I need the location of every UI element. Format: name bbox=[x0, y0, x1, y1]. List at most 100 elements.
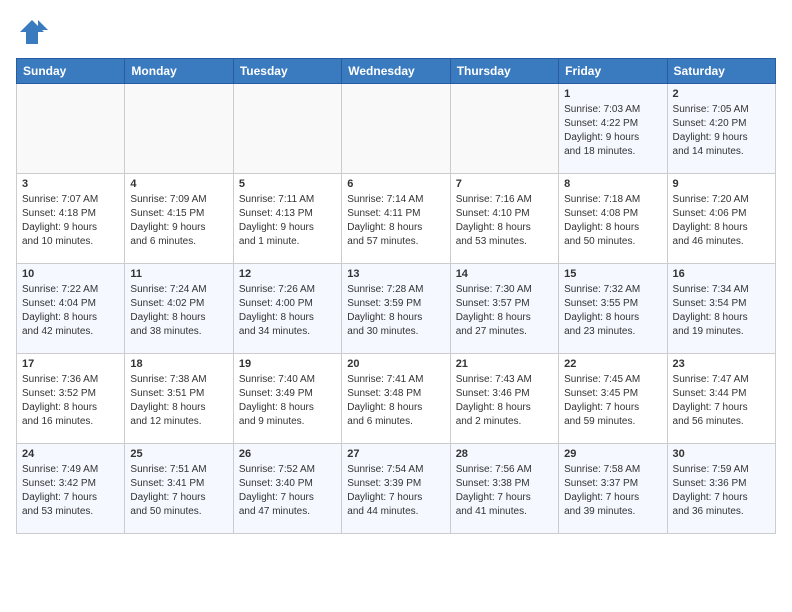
day-info: Sunrise: 7:16 AM Sunset: 4:10 PM Dayligh… bbox=[456, 193, 553, 249]
calendar-cell: 28 Sunrise: 7:56 AM Sunset: 3:38 PM Dayli… bbox=[450, 444, 558, 534]
day-info: Sunrise: 7:32 AM Sunset: 3:55 PM Dayligh… bbox=[564, 283, 661, 339]
calendar-cell: 27 Sunrise: 7:54 AM Sunset: 3:39 PM Dayli… bbox=[342, 444, 450, 534]
day-info: Sunrise: 7:54 AM Sunset: 3:39 PM Dayligh… bbox=[347, 463, 444, 519]
calendar-cell bbox=[233, 84, 341, 174]
day-number: 16 bbox=[673, 268, 770, 280]
calendar-cell bbox=[342, 84, 450, 174]
calendar-cell: 18 Sunrise: 7:38 AM Sunset: 3:51 PM Dayli… bbox=[125, 354, 233, 444]
day-info: Sunrise: 7:03 AM Sunset: 4:22 PM Dayligh… bbox=[564, 103, 661, 159]
day-number: 10 bbox=[22, 268, 119, 280]
day-number: 23 bbox=[673, 358, 770, 370]
day-number: 5 bbox=[239, 178, 336, 190]
calendar-cell: 25 Sunrise: 7:51 AM Sunset: 3:41 PM Dayli… bbox=[125, 444, 233, 534]
calendar-cell: 1 Sunrise: 7:03 AM Sunset: 4:22 PM Daylig… bbox=[559, 84, 667, 174]
day-number: 18 bbox=[130, 358, 227, 370]
day-number: 21 bbox=[456, 358, 553, 370]
calendar-cell bbox=[125, 84, 233, 174]
day-info: Sunrise: 7:30 AM Sunset: 3:57 PM Dayligh… bbox=[456, 283, 553, 339]
calendar-table: SundayMondayTuesdayWednesdayThursdayFrid… bbox=[16, 58, 776, 534]
day-info: Sunrise: 7:09 AM Sunset: 4:15 PM Dayligh… bbox=[130, 193, 227, 249]
day-info: Sunrise: 7:11 AM Sunset: 4:13 PM Dayligh… bbox=[239, 193, 336, 249]
calendar-cell: 12 Sunrise: 7:26 AM Sunset: 4:00 PM Dayli… bbox=[233, 264, 341, 354]
day-number: 3 bbox=[22, 178, 119, 190]
day-number: 24 bbox=[22, 448, 119, 460]
calendar-cell: 11 Sunrise: 7:24 AM Sunset: 4:02 PM Dayli… bbox=[125, 264, 233, 354]
calendar-cell: 16Sunrise: 7:34 AM Sunset: 3:54 PM Dayli… bbox=[667, 264, 775, 354]
day-info: Sunrise: 7:43 AM Sunset: 3:46 PM Dayligh… bbox=[456, 373, 553, 429]
day-info: Sunrise: 7:45 AM Sunset: 3:45 PM Dayligh… bbox=[564, 373, 661, 429]
day-number: 2 bbox=[673, 88, 770, 100]
weekday-header: Tuesday bbox=[233, 59, 341, 84]
day-info: Sunrise: 7:26 AM Sunset: 4:00 PM Dayligh… bbox=[239, 283, 336, 339]
day-number: 6 bbox=[347, 178, 444, 190]
day-number: 27 bbox=[347, 448, 444, 460]
day-info: Sunrise: 7:58 AM Sunset: 3:37 PM Dayligh… bbox=[564, 463, 661, 519]
day-number: 17 bbox=[22, 358, 119, 370]
day-info: Sunrise: 7:18 AM Sunset: 4:08 PM Dayligh… bbox=[564, 193, 661, 249]
calendar-cell: 20 Sunrise: 7:41 AM Sunset: 3:48 PM Dayli… bbox=[342, 354, 450, 444]
calendar-cell: 7 Sunrise: 7:16 AM Sunset: 4:10 PM Daylig… bbox=[450, 174, 558, 264]
calendar-cell: 21 Sunrise: 7:43 AM Sunset: 3:46 PM Dayli… bbox=[450, 354, 558, 444]
day-info: Sunrise: 7:40 AM Sunset: 3:49 PM Dayligh… bbox=[239, 373, 336, 429]
day-number: 20 bbox=[347, 358, 444, 370]
calendar-cell: 30Sunrise: 7:59 AM Sunset: 3:36 PM Dayli… bbox=[667, 444, 775, 534]
day-number: 15 bbox=[564, 268, 661, 280]
day-number: 14 bbox=[456, 268, 553, 280]
day-info: Sunrise: 7:38 AM Sunset: 3:51 PM Dayligh… bbox=[130, 373, 227, 429]
calendar-cell: 3 Sunrise: 7:07 AM Sunset: 4:18 PM Daylig… bbox=[17, 174, 125, 264]
calendar-cell: 29 Sunrise: 7:58 AM Sunset: 3:37 PM Dayli… bbox=[559, 444, 667, 534]
weekday-header: Sunday bbox=[17, 59, 125, 84]
calendar-cell: 15 Sunrise: 7:32 AM Sunset: 3:55 PM Dayli… bbox=[559, 264, 667, 354]
calendar-cell: 17 Sunrise: 7:36 AM Sunset: 3:52 PM Dayli… bbox=[17, 354, 125, 444]
calendar-cell: 8 Sunrise: 7:18 AM Sunset: 4:08 PM Daylig… bbox=[559, 174, 667, 264]
logo-icon bbox=[16, 16, 48, 48]
day-info: Sunrise: 7:51 AM Sunset: 3:41 PM Dayligh… bbox=[130, 463, 227, 519]
calendar-cell bbox=[17, 84, 125, 174]
day-number: 12 bbox=[239, 268, 336, 280]
calendar-cell: 13 Sunrise: 7:28 AM Sunset: 3:59 PM Dayli… bbox=[342, 264, 450, 354]
day-info: Sunrise: 7:24 AM Sunset: 4:02 PM Dayligh… bbox=[130, 283, 227, 339]
weekday-header: Monday bbox=[125, 59, 233, 84]
day-number: 1 bbox=[564, 88, 661, 100]
day-info: Sunrise: 7:47 AM Sunset: 3:44 PM Dayligh… bbox=[673, 373, 770, 429]
day-number: 28 bbox=[456, 448, 553, 460]
calendar-cell bbox=[450, 84, 558, 174]
day-info: Sunrise: 7:52 AM Sunset: 3:40 PM Dayligh… bbox=[239, 463, 336, 519]
weekday-header: Saturday bbox=[667, 59, 775, 84]
day-number: 26 bbox=[239, 448, 336, 460]
day-number: 13 bbox=[347, 268, 444, 280]
calendar-cell: 10 Sunrise: 7:22 AM Sunset: 4:04 PM Dayli… bbox=[17, 264, 125, 354]
calendar-cell: 9 Sunrise: 7:20 AM Sunset: 4:06 PM Daylig… bbox=[667, 174, 775, 264]
weekday-header: Wednesday bbox=[342, 59, 450, 84]
day-number: 4 bbox=[130, 178, 227, 190]
calendar-cell: 22 Sunrise: 7:45 AM Sunset: 3:45 PM Dayli… bbox=[559, 354, 667, 444]
day-info: Sunrise: 7:07 AM Sunset: 4:18 PM Dayligh… bbox=[22, 193, 119, 249]
day-info: Sunrise: 7:36 AM Sunset: 3:52 PM Dayligh… bbox=[22, 373, 119, 429]
day-info: Sunrise: 7:41 AM Sunset: 3:48 PM Dayligh… bbox=[347, 373, 444, 429]
day-number: 7 bbox=[456, 178, 553, 190]
weekday-header: Friday bbox=[559, 59, 667, 84]
day-number: 29 bbox=[564, 448, 661, 460]
day-info: Sunrise: 7:56 AM Sunset: 3:38 PM Dayligh… bbox=[456, 463, 553, 519]
calendar-cell: 4 Sunrise: 7:09 AM Sunset: 4:15 PM Daylig… bbox=[125, 174, 233, 264]
calendar-cell: 6 Sunrise: 7:14 AM Sunset: 4:11 PM Daylig… bbox=[342, 174, 450, 264]
calendar-cell: 23 Sunrise: 7:47 AM Sunset: 3:44 PM Dayli… bbox=[667, 354, 775, 444]
calendar-cell: 26 Sunrise: 7:52 AM Sunset: 3:40 PM Dayli… bbox=[233, 444, 341, 534]
calendar-cell: 19 Sunrise: 7:40 AM Sunset: 3:49 PM Dayli… bbox=[233, 354, 341, 444]
page-header bbox=[16, 16, 776, 48]
day-info: Sunrise: 7:20 AM Sunset: 4:06 PM Dayligh… bbox=[673, 193, 770, 249]
day-info: Sunrise: 7:14 AM Sunset: 4:11 PM Dayligh… bbox=[347, 193, 444, 249]
logo bbox=[16, 16, 52, 48]
day-number: 25 bbox=[130, 448, 227, 460]
day-number: 19 bbox=[239, 358, 336, 370]
day-info: Sunrise: 7:49 AM Sunset: 3:42 PM Dayligh… bbox=[22, 463, 119, 519]
day-number: 9 bbox=[673, 178, 770, 190]
calendar-cell: 2Sunrise: 7:05 AM Sunset: 4:20 PM Daylig… bbox=[667, 84, 775, 174]
day-number: 8 bbox=[564, 178, 661, 190]
day-info: Sunrise: 7:22 AM Sunset: 4:04 PM Dayligh… bbox=[22, 283, 119, 339]
calendar-cell: 14 Sunrise: 7:30 AM Sunset: 3:57 PM Dayli… bbox=[450, 264, 558, 354]
day-number: 11 bbox=[130, 268, 227, 280]
calendar-cell: 24 Sunrise: 7:49 AM Sunset: 3:42 PM Dayli… bbox=[17, 444, 125, 534]
day-info: Sunrise: 7:28 AM Sunset: 3:59 PM Dayligh… bbox=[347, 283, 444, 339]
day-number: 22 bbox=[564, 358, 661, 370]
